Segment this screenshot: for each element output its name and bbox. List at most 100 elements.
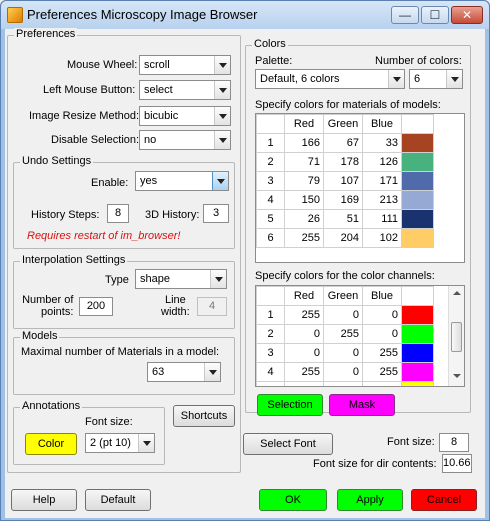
scrollbar-thumb[interactable] xyxy=(451,322,462,352)
line-width-input[interactable]: 4 xyxy=(197,297,227,316)
row-index[interactable]: 6 xyxy=(256,228,285,248)
default-button[interactable]: Default xyxy=(85,489,151,511)
blue-cell[interactable]: 126 xyxy=(362,152,402,172)
green-cell[interactable]: 0 xyxy=(323,362,363,382)
color-swatch[interactable] xyxy=(401,190,434,210)
red-cell[interactable]: 150 xyxy=(284,190,324,210)
row-index[interactable]: 2 xyxy=(256,324,285,344)
interp-type-select[interactable]: shape xyxy=(135,269,227,289)
channels-row[interactable]: 3 0 0 255 xyxy=(256,343,434,363)
col-header-blue[interactable]: Blue xyxy=(362,286,402,306)
color-swatch[interactable] xyxy=(401,381,434,386)
undo-enable-select[interactable]: yes xyxy=(135,171,229,191)
num-points-input[interactable]: 200 xyxy=(79,297,113,316)
color-swatch[interactable] xyxy=(401,362,434,382)
materials-table[interactable]: Red Green Blue 1 166 67 33 2 71 178 126 3 79 107 17… xyxy=(255,113,465,263)
blue-cell[interactable]: 33 xyxy=(362,133,402,153)
disable-selection-select[interactable]: no xyxy=(139,130,231,150)
blue-cell[interactable]: 111 xyxy=(362,209,402,229)
select-font-button[interactable]: Select Font xyxy=(243,433,333,455)
num-colors-select[interactable]: 6 xyxy=(409,69,463,89)
channels-row[interactable]: 52552550 xyxy=(256,381,434,386)
minimize-button[interactable]: — xyxy=(391,6,419,24)
red-cell[interactable]: 71 xyxy=(284,152,324,172)
chevron-down-icon[interactable] xyxy=(446,70,462,88)
font-size-input[interactable]: 8 xyxy=(439,433,469,452)
color-swatch[interactable] xyxy=(401,343,434,363)
red-cell[interactable]: 0 xyxy=(284,324,324,344)
channels-row[interactable]: 4 255 0 255 xyxy=(256,362,434,382)
green-cell[interactable]: 204 xyxy=(323,228,363,248)
chevron-down-icon[interactable] xyxy=(212,172,228,190)
color-swatch[interactable] xyxy=(401,305,434,325)
color-swatch[interactable] xyxy=(401,324,434,344)
chevron-down-icon[interactable] xyxy=(214,56,230,74)
red-cell[interactable]: 255 xyxy=(284,228,324,248)
blue-cell[interactable]: 0 xyxy=(362,305,402,325)
row-index[interactable]: 3 xyxy=(256,171,285,191)
help-button[interactable]: Help xyxy=(11,489,77,511)
mask-color-button[interactable]: Mask xyxy=(329,394,395,416)
shortcuts-button[interactable]: Shortcuts xyxy=(173,405,235,427)
red-cell[interactable]: 26 xyxy=(284,209,324,229)
green-cell[interactable]: 51 xyxy=(323,209,363,229)
blue-cell[interactable]: 171 xyxy=(362,171,402,191)
blue-cell[interactable]: 255 xyxy=(362,362,402,382)
mouse-wheel-select[interactable]: scroll xyxy=(139,55,231,75)
blue-cell[interactable]: 255 xyxy=(362,343,402,363)
resize-method-select[interactable]: bicubic xyxy=(139,106,231,126)
scroll-down-icon[interactable] xyxy=(453,374,461,378)
scroll-up-icon[interactable] xyxy=(453,291,461,295)
materials-row[interactable]: 3 79 107 171 xyxy=(256,171,434,191)
color-swatch[interactable] xyxy=(401,209,434,229)
color-swatch[interactable] xyxy=(401,152,434,172)
row-index[interactable]: 5 xyxy=(256,381,285,386)
row-index[interactable]: 1 xyxy=(256,133,285,153)
close-button[interactable]: ✕ xyxy=(451,6,483,24)
chevron-down-icon[interactable] xyxy=(138,434,154,452)
channels-scrollbar[interactable] xyxy=(448,286,464,386)
blue-cell[interactable]: 102 xyxy=(362,228,402,248)
chevron-down-icon[interactable] xyxy=(210,270,226,288)
col-header-green[interactable]: Green xyxy=(323,114,363,134)
red-cell[interactable]: 255 xyxy=(284,381,324,386)
left-mouse-select[interactable]: select xyxy=(139,80,231,100)
apply-button[interactable]: Apply xyxy=(337,489,403,511)
ok-button[interactable]: OK xyxy=(259,489,327,511)
3d-history-input[interactable]: 3 xyxy=(203,204,229,223)
dir-font-size-input[interactable]: 10.66 xyxy=(442,454,472,473)
channels-row[interactable]: 1 255 0 0 xyxy=(256,305,434,325)
red-cell[interactable]: 255 xyxy=(284,362,324,382)
blue-cell[interactable]: 0 xyxy=(362,381,402,386)
row-index[interactable]: 4 xyxy=(256,190,285,210)
red-cell[interactable]: 166 xyxy=(284,133,324,153)
green-cell[interactable]: 255 xyxy=(323,324,363,344)
red-cell[interactable]: 0 xyxy=(284,343,324,363)
blue-cell[interactable]: 213 xyxy=(362,190,402,210)
row-index[interactable]: 2 xyxy=(256,152,285,172)
chevron-down-icon[interactable] xyxy=(204,363,220,381)
max-materials-select[interactable]: 63 xyxy=(147,362,221,382)
green-cell[interactable]: 107 xyxy=(323,171,363,191)
red-cell[interactable]: 79 xyxy=(284,171,324,191)
color-swatch[interactable] xyxy=(401,228,434,248)
color-swatch[interactable] xyxy=(401,171,434,191)
chevron-down-icon[interactable] xyxy=(214,131,230,149)
red-cell[interactable]: 255 xyxy=(284,305,324,325)
palette-select[interactable]: Default, 6 colors xyxy=(255,69,405,89)
materials-row[interactable]: 1 166 67 33 xyxy=(256,133,434,153)
chevron-down-icon[interactable] xyxy=(388,70,404,88)
row-index[interactable]: 1 xyxy=(256,305,285,325)
col-header-green[interactable]: Green xyxy=(323,286,363,306)
materials-row[interactable]: 5 26 51 111 xyxy=(256,209,434,229)
col-header-red[interactable]: Red xyxy=(284,286,324,306)
channels-row[interactable]: 2 0 255 0 xyxy=(256,324,434,344)
blue-cell[interactable]: 0 xyxy=(362,324,402,344)
row-index[interactable]: 5 xyxy=(256,209,285,229)
materials-row[interactable]: 6 255 204 102 xyxy=(256,228,434,248)
selection-color-button[interactable]: Selection xyxy=(257,394,323,416)
color-swatch[interactable] xyxy=(401,133,434,153)
cancel-button[interactable]: Cancel xyxy=(411,489,477,511)
col-header-blue[interactable]: Blue xyxy=(362,114,402,134)
col-header-red[interactable]: Red xyxy=(284,114,324,134)
